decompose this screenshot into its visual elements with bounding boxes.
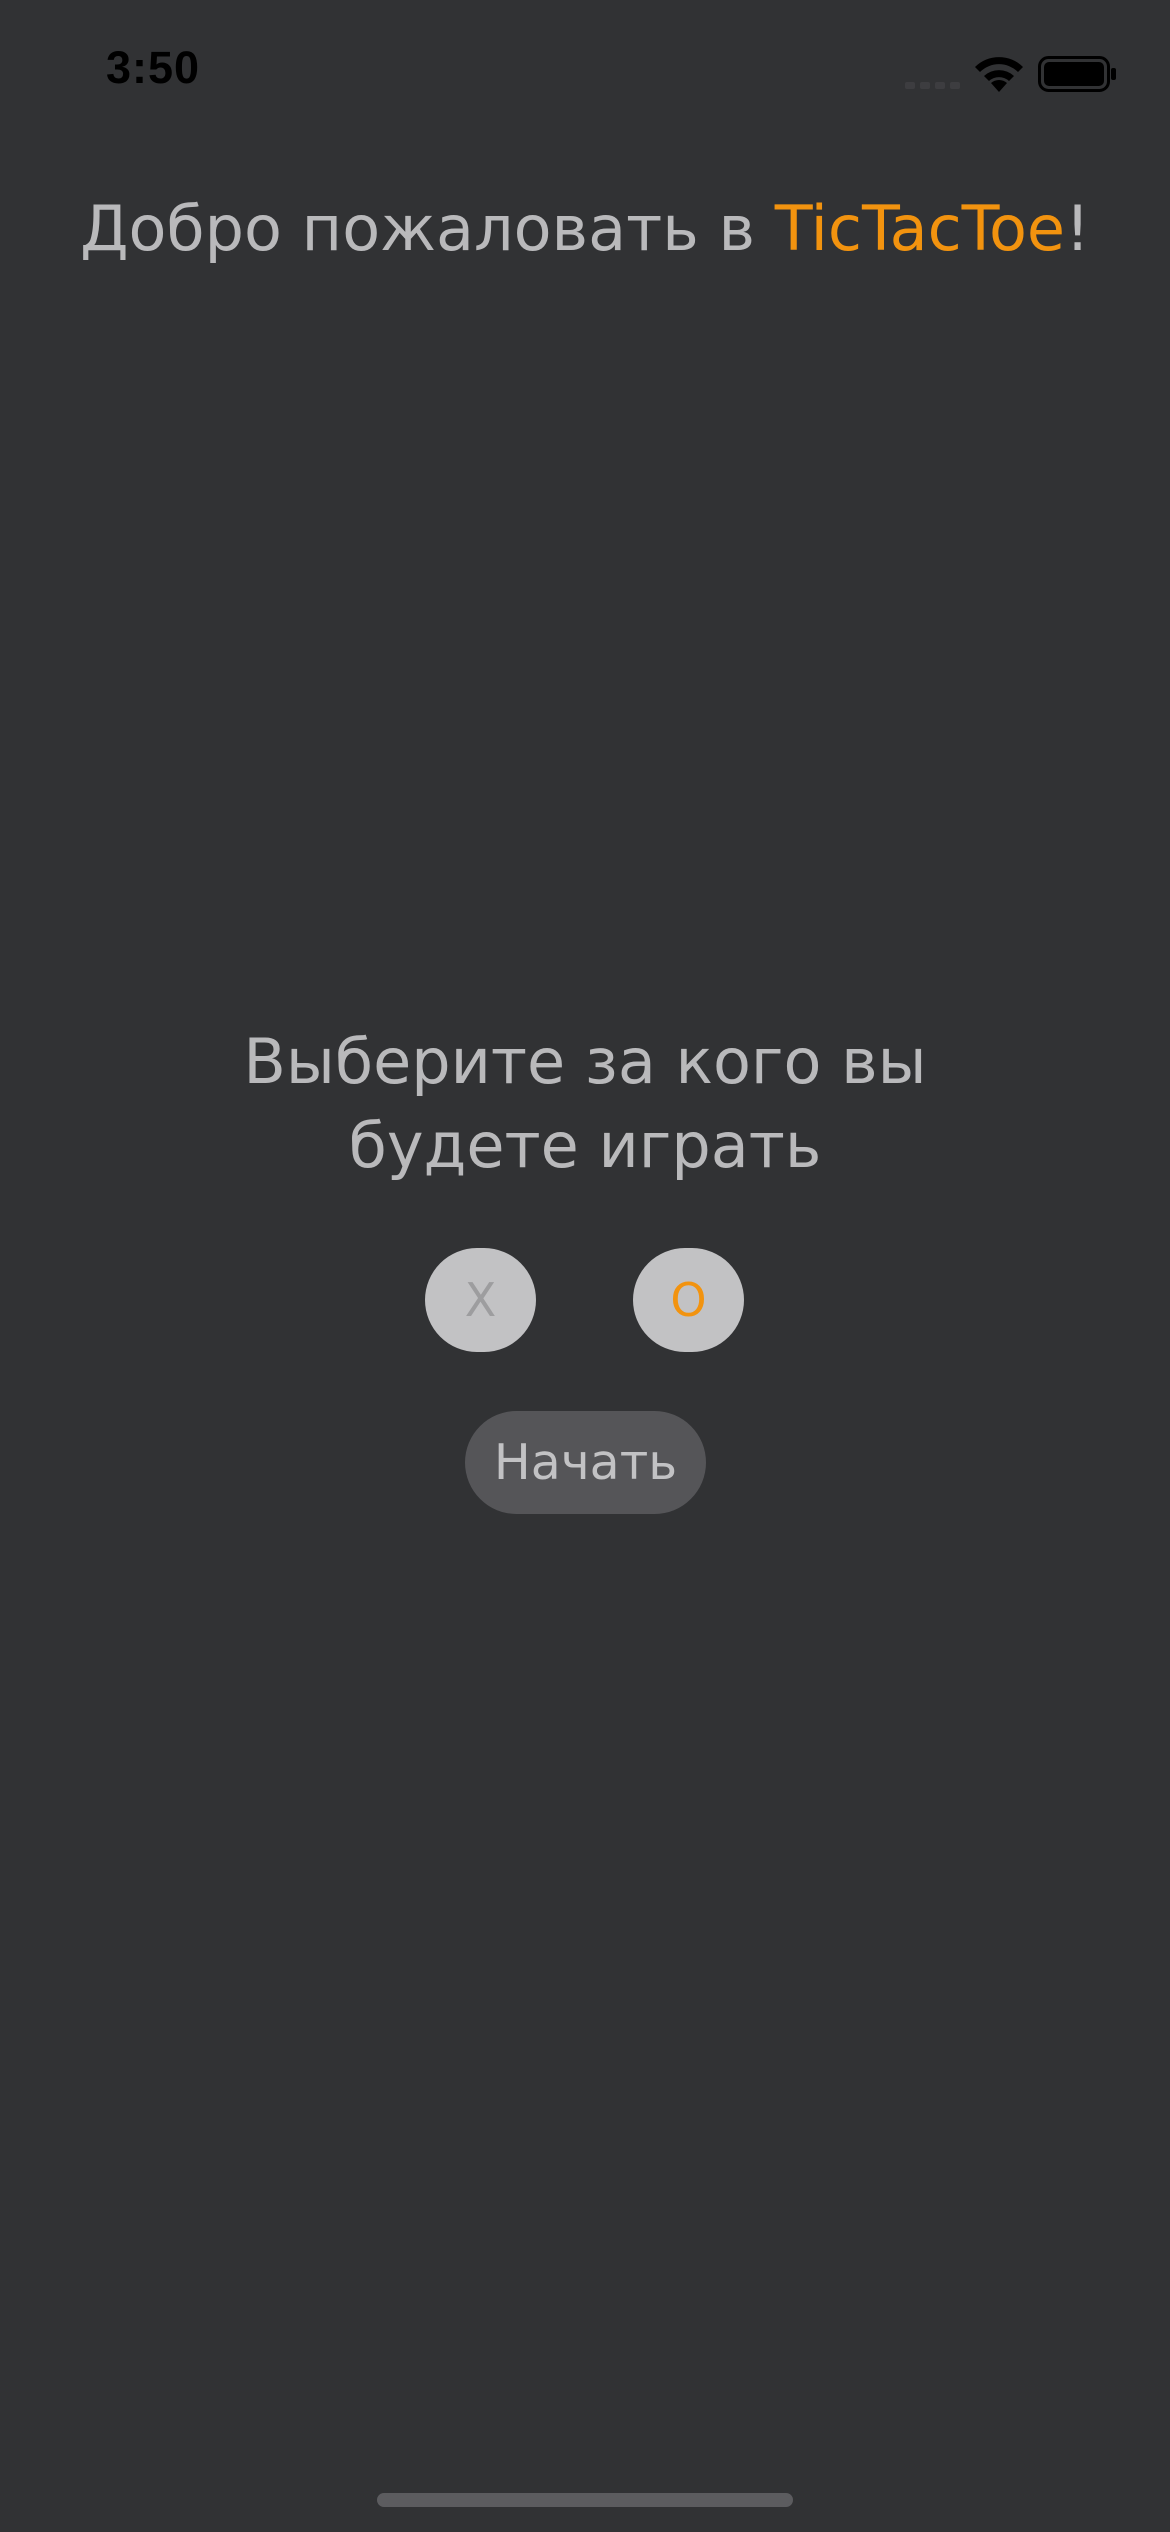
start-button[interactable]: Начать [465, 1411, 706, 1514]
home-indicator[interactable] [377, 2493, 793, 2507]
cellular-signal-icon [905, 82, 960, 89]
choose-o-button[interactable]: O [633, 1248, 744, 1352]
status-time: 3:50 [106, 42, 201, 93]
brand-name: TicTacToe [774, 192, 1066, 265]
welcome-title-suffix: ! [1065, 192, 1090, 265]
battery-icon [1038, 56, 1116, 92]
choose-x-button[interactable]: X [425, 1248, 536, 1352]
status-bar: 3:50 [0, 0, 1170, 140]
welcome-title: Добро пожаловать в TicTacToe! [0, 192, 1170, 265]
welcome-title-prefix: Добро пожаловать в [80, 192, 775, 265]
wifi-icon [975, 57, 1023, 92]
choose-side-prompt: Выберите за кого вы будете играть [243, 1025, 927, 1182]
